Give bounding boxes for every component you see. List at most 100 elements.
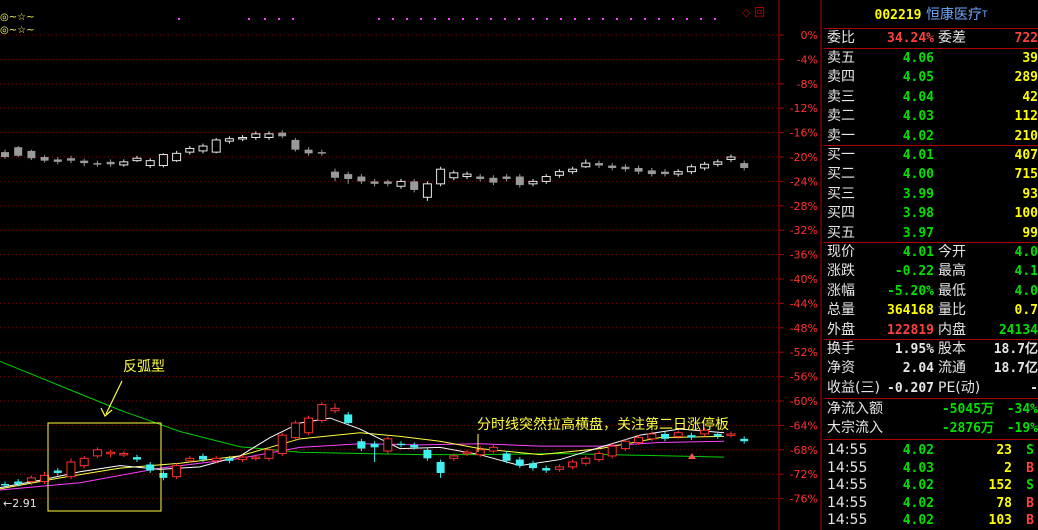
upper-candle[interactable] <box>568 168 578 173</box>
diamond-icon[interactable]: ◇ <box>742 6 750 19</box>
upper-candle[interactable] <box>67 158 75 161</box>
lower-candle[interactable] <box>383 438 393 452</box>
upper-candle[interactable] <box>185 147 195 153</box>
lower-candle[interactable] <box>185 457 195 462</box>
lower-candle[interactable] <box>79 457 89 467</box>
upper-candle[interactable] <box>661 171 669 175</box>
upper-candle[interactable] <box>251 133 261 138</box>
lower-candle[interactable] <box>92 449 102 457</box>
lower-candle[interactable] <box>542 468 551 471</box>
upper-candle[interactable] <box>370 181 379 184</box>
upper-candle[interactable] <box>132 157 142 162</box>
upper-candle[interactable] <box>383 181 392 184</box>
lower-candle[interactable] <box>225 458 234 461</box>
upper-candle[interactable] <box>595 163 603 166</box>
upper-candle[interactable] <box>238 136 248 140</box>
upper-candle[interactable] <box>422 183 432 198</box>
lower-candle[interactable] <box>106 451 116 455</box>
upper-candle[interactable] <box>410 181 419 190</box>
lower-candle[interactable] <box>423 449 432 459</box>
lower-candle[interactable] <box>502 453 511 461</box>
upper-candle[interactable] <box>264 133 274 138</box>
lower-candle[interactable] <box>119 452 129 456</box>
upper-candle[interactable] <box>489 177 498 183</box>
upper-candle[interactable] <box>713 161 723 165</box>
lower-candle[interactable] <box>475 449 485 456</box>
upper-candle[interactable] <box>502 176 511 179</box>
upper-candle[interactable] <box>700 163 710 169</box>
lower-candle[interactable] <box>14 481 23 484</box>
lower-candle[interactable] <box>199 455 207 460</box>
lower-candle[interactable] <box>317 404 327 422</box>
lower-candle[interactable] <box>277 434 287 454</box>
lower-candle[interactable] <box>304 417 314 434</box>
lower-candle[interactable] <box>647 433 657 440</box>
upper-candle[interactable] <box>93 163 102 165</box>
lower-candle[interactable] <box>290 422 300 439</box>
upper-candle[interactable] <box>145 160 155 167</box>
lower-candle[interactable] <box>554 466 564 470</box>
upper-candle[interactable] <box>1 152 9 157</box>
lower-candle[interactable] <box>529 463 537 469</box>
lower-candle[interactable] <box>330 407 340 412</box>
upper-candle[interactable] <box>740 163 749 168</box>
lower-candle[interactable] <box>251 456 261 460</box>
lower-candle[interactable] <box>449 455 459 459</box>
lower-candle[interactable] <box>53 470 62 473</box>
lower-candle[interactable] <box>726 433 736 436</box>
upper-candle[interactable] <box>608 165 617 168</box>
upper-candle[interactable] <box>172 152 182 162</box>
upper-candle[interactable] <box>673 171 683 175</box>
upper-candle[interactable] <box>621 166 630 170</box>
lower-candle[interactable] <box>634 437 644 443</box>
upper-candle[interactable] <box>686 166 696 173</box>
lower-candle[interactable] <box>594 452 604 461</box>
upper-candle[interactable] <box>541 176 551 182</box>
upper-candle[interactable] <box>80 160 89 164</box>
upper-candle[interactable] <box>211 139 221 153</box>
lower-candle[interactable] <box>713 433 722 437</box>
lower-candle[interactable] <box>344 414 353 423</box>
lower-candle[interactable] <box>740 438 749 442</box>
upper-candle[interactable] <box>40 157 49 161</box>
upper-candle[interactable] <box>291 139 300 150</box>
upper-candle[interactable] <box>634 167 643 172</box>
upper-candle[interactable] <box>462 173 472 178</box>
lower-candle[interactable] <box>172 465 182 478</box>
lower-candle[interactable] <box>40 474 50 483</box>
upper-candle[interactable] <box>106 161 115 165</box>
upper-candle[interactable] <box>515 176 524 186</box>
tick-row[interactable]: 14:55 4.02 152 S <box>824 476 1038 495</box>
lower-candle[interactable] <box>687 435 696 438</box>
lower-candle[interactable] <box>661 433 669 439</box>
upper-candle[interactable] <box>647 170 656 175</box>
upper-candle[interactable] <box>357 176 366 182</box>
lower-candle[interactable] <box>436 462 445 473</box>
upper-candle[interactable] <box>304 149 313 154</box>
lower-candle[interactable] <box>607 445 617 457</box>
upper-candle[interactable] <box>278 132 287 137</box>
lower-candle[interactable] <box>1 483 9 486</box>
lower-candle[interactable] <box>515 459 524 466</box>
upper-candle[interactable] <box>119 161 129 166</box>
lower-candle[interactable] <box>66 461 76 478</box>
kline-chart[interactable]: 0% -4% -8% -12% -16% -20% -24% -28% -32% -36% -40%… <box>0 0 822 530</box>
upper-candle[interactable] <box>554 171 564 176</box>
lower-candle[interactable] <box>397 443 405 446</box>
lower-candle[interactable] <box>568 461 578 468</box>
upper-candle[interactable] <box>198 145 208 152</box>
lower-candle[interactable] <box>462 451 472 455</box>
tick-row[interactable]: 14:55 4.02 23 S <box>824 441 1038 460</box>
upper-candle[interactable] <box>317 152 326 154</box>
lower-candle[interactable] <box>26 477 36 483</box>
tick-row[interactable]: 14:55 4.02 78 B <box>824 494 1038 513</box>
upper-candle[interactable] <box>158 154 168 167</box>
upper-candle[interactable] <box>224 138 234 142</box>
upper-candle[interactable] <box>436 168 446 185</box>
lower-candle[interactable] <box>620 440 630 450</box>
restore-box-icon[interactable]: 回 <box>754 6 765 19</box>
lower-candle[interactable] <box>264 449 274 459</box>
lower-candle[interactable] <box>673 432 683 437</box>
upper-candle[interactable] <box>449 172 459 179</box>
upper-candle[interactable] <box>476 176 485 179</box>
